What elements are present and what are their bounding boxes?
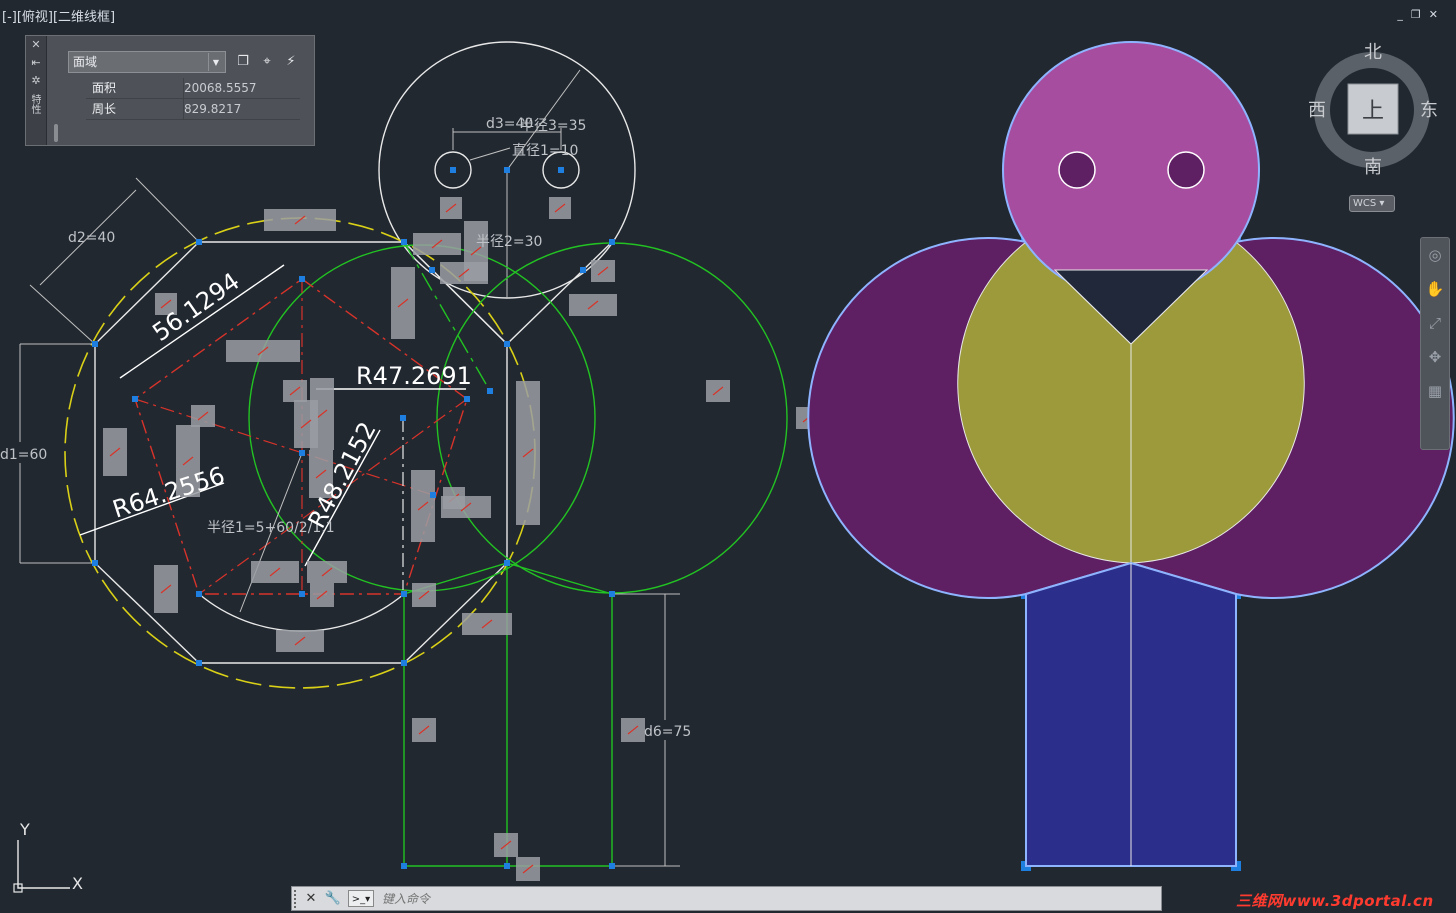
property-row-perimeter[interactable]: 周长 829.8217 (86, 99, 300, 120)
grip-point[interactable] (92, 560, 98, 566)
close-icon[interactable]: ✕ (302, 889, 320, 909)
grip-point[interactable] (299, 591, 305, 597)
grip-handle[interactable] (294, 890, 302, 908)
autohide-icon[interactable]: ⇤ (26, 54, 46, 72)
command-line[interactable]: ✕ 🔧 >_▾ (291, 886, 1162, 911)
viewcube-south[interactable]: 南 (1364, 157, 1382, 178)
grip-point[interactable] (196, 660, 202, 666)
ucs-x-label: X (72, 874, 83, 893)
minimize-icon[interactable]: _ (1397, 8, 1411, 21)
viewcube-north[interactable]: 北 (1364, 42, 1382, 63)
steering-wheel-icon[interactable]: ◎ (1421, 238, 1449, 272)
ucs-y-label: Y (19, 820, 30, 839)
wcs-label: WCS (1353, 198, 1377, 209)
grip-point[interactable] (558, 167, 564, 173)
dim-radial-47: R47.2691 (356, 362, 472, 390)
grip-point[interactable] (401, 239, 407, 245)
quick-select-icon[interactable]: ⚡ (282, 53, 300, 71)
left-eye-region[interactable] (1058, 151, 1096, 189)
palette-title-strip[interactable]: ✕ ⇤ ✲ 特性 (26, 36, 47, 145)
properties-palette[interactable]: ✕ ⇤ ✲ 特性 面域 ▼ ❐ ⌖ ⚡ 面积 20068.5557 周长 829… (25, 35, 315, 146)
viewcube-top-face[interactable]: 上 (1362, 99, 1384, 124)
head-region[interactable] (1002, 41, 1260, 299)
grip-point[interactable] (609, 591, 615, 597)
grip-point[interactable] (609, 863, 615, 869)
restore-icon[interactable]: ❐ (1411, 8, 1429, 21)
grip-point[interactable] (196, 591, 202, 597)
grip-point[interactable] (92, 341, 98, 347)
dim-d2: d2=40 (68, 230, 115, 246)
grip-point[interactable] (609, 239, 615, 245)
grip-point[interactable] (504, 167, 510, 173)
dim-d6: d6=75 (644, 724, 691, 740)
chevron-down-icon: ▾ (1379, 198, 1385, 209)
viewcube-west[interactable]: 西 (1308, 100, 1326, 121)
grip-point[interactable] (504, 560, 510, 566)
grip-point[interactable] (450, 167, 456, 173)
toggle-pickadd-icon[interactable]: ❐ (234, 53, 252, 71)
wcs-menu[interactable]: WCS ▾ (1349, 195, 1395, 212)
grip-point[interactable] (132, 396, 138, 402)
select-objects-icon[interactable]: ⌖ (258, 53, 276, 71)
viewcube-east[interactable]: 东 (1420, 100, 1438, 121)
viewport-window-buttons[interactable]: _❐✕ (1397, 8, 1446, 21)
close-icon[interactable]: ✕ (26, 36, 46, 54)
property-label: 面积 (92, 81, 117, 95)
watermark: 三维网www.3dportal.cn (1236, 892, 1434, 910)
constraint-sketch (19, 41, 788, 867)
dim-radius2: 半径2=30 (476, 234, 542, 250)
grip-point[interactable] (580, 267, 586, 273)
wrench-icon[interactable]: 🔧 (324, 889, 342, 909)
property-row-area[interactable]: 面积 20068.5557 (86, 78, 300, 99)
dim-d1: d1=60 (0, 447, 47, 463)
grip-point[interactable] (400, 415, 406, 421)
close-icon[interactable]: ✕ (1429, 8, 1446, 21)
ucs-icon: Y X (13, 820, 83, 893)
grip-point[interactable] (504, 863, 510, 869)
grip-point[interactable] (196, 239, 202, 245)
command-input[interactable] (382, 889, 1152, 909)
grip-point[interactable] (299, 276, 305, 282)
property-value: 20068.5557 (183, 78, 302, 98)
object-type-value: 面域 (73, 55, 98, 69)
grip-point[interactable] (401, 660, 407, 666)
grip-point[interactable] (429, 267, 435, 273)
dim-diameter1: 直径1=10 (512, 142, 578, 159)
dim-radial-64: R64.2556 (109, 461, 228, 523)
orbit-icon[interactable]: ✥ (1421, 340, 1449, 374)
grip-point[interactable] (299, 450, 305, 456)
command-prompt-icon[interactable]: >_▾ (348, 890, 374, 907)
palette-title: 特性 (29, 94, 40, 114)
grip-point[interactable] (487, 388, 493, 394)
property-label: 周长 (92, 102, 117, 116)
zoom-extents-icon[interactable]: ⤢ (1421, 306, 1449, 340)
viewport-label[interactable]: [-][俯视][二维线框] (2, 6, 115, 25)
showmotion-icon[interactable]: ▦ (1421, 374, 1449, 408)
property-value: 829.8217 (183, 99, 302, 119)
dim-radius3: 半径3=35 (520, 118, 586, 134)
navigation-bar[interactable]: ◎ ✋ ⤢ ✥ ▦ (1420, 237, 1450, 450)
grip-point[interactable] (430, 492, 436, 498)
settings-icon[interactable]: ✲ (26, 72, 46, 90)
viewcube[interactable]: 上 北 南 东 西 (1308, 42, 1438, 178)
grip-point[interactable] (401, 591, 407, 597)
right-eye-region[interactable] (1167, 151, 1205, 189)
chevron-down-icon[interactable]: ▼ (208, 53, 223, 71)
pan-icon[interactable]: ✋ (1421, 272, 1449, 306)
grip-point[interactable] (504, 341, 510, 347)
grip-point[interactable] (464, 396, 470, 402)
object-type-select[interactable]: 面域 ▼ (68, 51, 226, 73)
grip-point[interactable] (401, 863, 407, 869)
palette-scrollbar[interactable] (54, 124, 58, 142)
